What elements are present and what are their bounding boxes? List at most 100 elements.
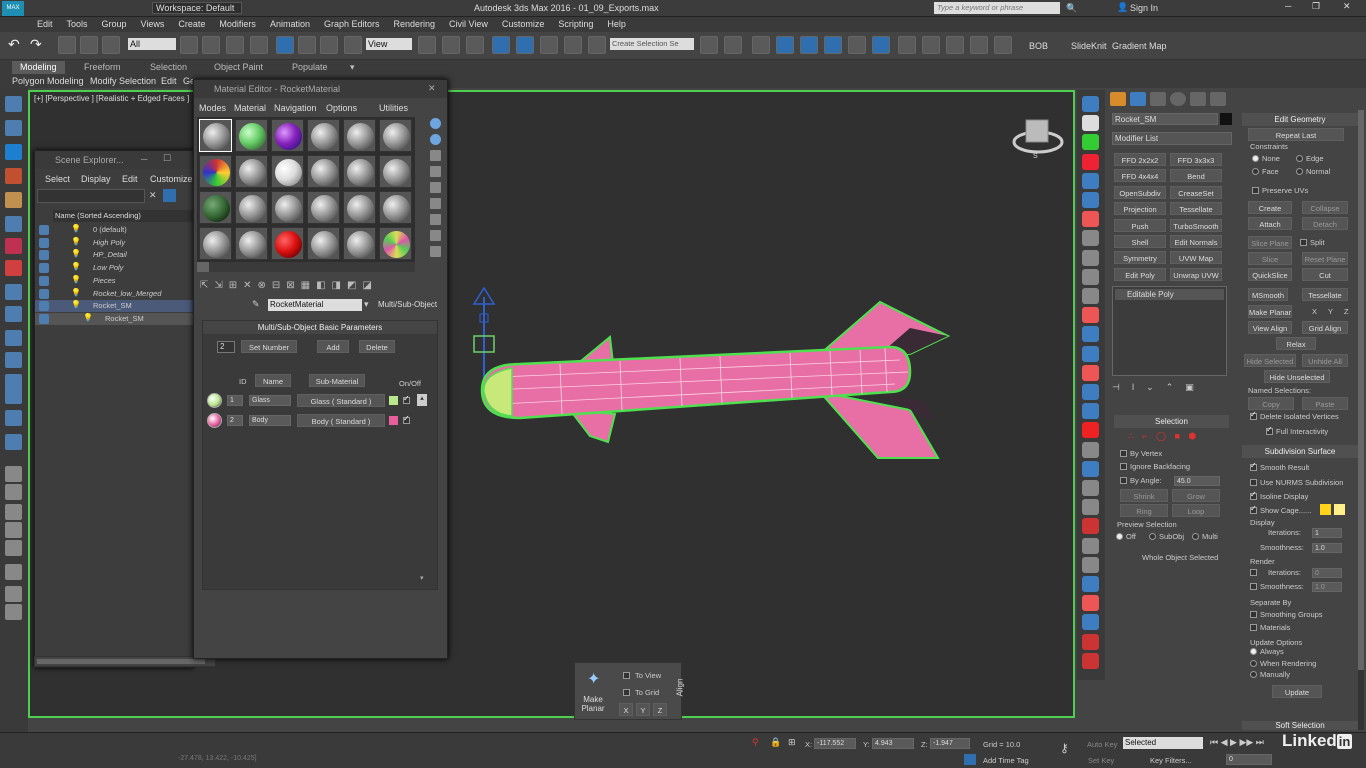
lock-icon[interactable]: ⚲ [752, 737, 759, 748]
sample-slot[interactable] [199, 191, 232, 224]
view-align-button[interactable]: View Align [1248, 321, 1292, 334]
custom-tool-icon[interactable] [1082, 115, 1099, 132]
app-logo[interactable]: MAX [2, 1, 24, 16]
ribbon-edit[interactable]: Edit [161, 75, 177, 87]
quickslice-button[interactable]: QuickSlice [1248, 268, 1292, 281]
sample-slot[interactable] [235, 155, 268, 188]
user-icon[interactable]: 👤 [1117, 2, 1128, 13]
submaterial-id[interactable]: 1 [227, 395, 243, 406]
workspace-dropdown[interactable]: Workspace: Default [152, 2, 242, 14]
render-smoothness-spinner[interactable]: 1.0 [1312, 582, 1342, 592]
modifier-button[interactable]: Unwrap UVW [1170, 267, 1222, 281]
custom-tool-icon[interactable] [1082, 384, 1099, 400]
x-coordinate-field[interactable]: -117.552 [814, 738, 856, 749]
set-key-button[interactable]: Set Key [1088, 756, 1114, 765]
scene-menu-customize[interactable]: Customize [150, 174, 193, 184]
slot-scrollbar[interactable] [197, 262, 415, 272]
slot-side-tool-icon[interactable] [430, 134, 441, 145]
unhide-all-button[interactable]: Unhide All [1302, 354, 1348, 367]
spinner-snap-icon[interactable] [564, 36, 582, 54]
material-type-button[interactable]: Multi/Sub-Object [378, 300, 437, 309]
custom-tool-icon[interactable] [1082, 153, 1099, 170]
scene-explorer-icon[interactable] [752, 36, 770, 54]
scene-row-icon[interactable] [39, 275, 49, 286]
sample-slot[interactable] [307, 155, 340, 188]
custom-tool-icon[interactable] [1082, 134, 1099, 151]
scene-row-icon[interactable] [39, 225, 49, 235]
modifier-button[interactable]: Bend [1170, 169, 1222, 183]
scene-row-icon[interactable] [39, 288, 49, 299]
scene-search-input[interactable] [37, 189, 145, 203]
modifier-button[interactable]: CreaseSet [1170, 185, 1222, 199]
scene-search-clear-icon[interactable]: ✕ [149, 190, 157, 201]
custom-tool-icon[interactable] [1082, 537, 1099, 554]
shrink-button[interactable]: Shrink [1120, 489, 1168, 502]
left-tool-icon[interactable] [5, 330, 22, 346]
left-tool-icon[interactable] [5, 144, 22, 160]
create-tab-icon[interactable] [1110, 92, 1126, 106]
ribbon-polygon-modeling[interactable]: Polygon Modeling [12, 75, 84, 87]
left-tool-icon[interactable] [5, 192, 22, 208]
custom-tool-icon[interactable] [1082, 307, 1099, 324]
preserve-uvs-checkbox[interactable] [1252, 187, 1259, 194]
ignore-backfacing-checkbox[interactable] [1120, 463, 1127, 470]
search-input[interactable]: Type a keyword or phrase [934, 2, 1060, 14]
menu-graph-editors[interactable]: Graph Editors [317, 17, 387, 32]
material-editor-scrollbar[interactable]: ▾ [420, 574, 430, 584]
planar-z-button[interactable]: Z [1344, 307, 1349, 316]
material-name-dropdown-icon[interactable]: ▾ [364, 299, 369, 310]
ribbon-options-icon[interactable]: ▾ [342, 61, 363, 74]
planar-x-button[interactable]: X [1312, 307, 1317, 316]
modifier-button[interactable]: Edit Poly [1114, 267, 1166, 281]
left-tool-icon[interactable] [5, 216, 22, 232]
edit-geometry-header[interactable]: Edit Geometry [1242, 113, 1358, 126]
modify-tab-icon[interactable] [1130, 92, 1146, 106]
panel-scrollbar[interactable] [1358, 110, 1364, 730]
layer-explorer-icon[interactable] [776, 36, 794, 54]
hide-selected-button[interactable]: Hide Selected [1244, 354, 1296, 367]
selection-rollout-header[interactable]: Selection [1114, 415, 1229, 428]
z-coordinate-field[interactable]: -1.947 [930, 738, 970, 749]
left-tool-icon[interactable] [5, 564, 22, 580]
by-vertex-checkbox[interactable] [1120, 450, 1127, 457]
sample-slot[interactable] [343, 227, 376, 260]
visibility-bulb-icon[interactable]: 💡 [71, 288, 81, 297]
material-menu-utilities[interactable]: Utilities [379, 103, 408, 113]
scene-explorer-window[interactable]: Scene Explorer... ─ ☐ Select Display Edi… [34, 150, 195, 668]
sample-slot[interactable] [379, 155, 412, 188]
scene-tree-item[interactable]: Rocket_low_Merged [35, 288, 195, 300]
custom-tool-icon[interactable] [1082, 518, 1099, 535]
tab-object-paint[interactable]: Object Paint [206, 61, 271, 74]
menu-rendering[interactable]: Rendering [387, 17, 443, 32]
render-setup-icon[interactable] [898, 36, 916, 54]
delete-submaterial-button[interactable]: Delete [359, 340, 395, 353]
window-crossing-icon[interactable] [250, 36, 268, 54]
scene-tree-item[interactable]: 0 (default) [35, 224, 195, 236]
submaterial-button[interactable]: Body ( Standard ) [297, 414, 385, 427]
grow-button[interactable]: Grow [1172, 489, 1220, 502]
subobject-icons[interactable]: ∴ ⌐ ◯ ■ ⬢ [1128, 431, 1218, 441]
smoothness-spinner[interactable]: 1.0 [1312, 543, 1342, 553]
pivot-center-icon[interactable] [418, 36, 436, 54]
render-production-icon[interactable] [946, 36, 964, 54]
submaterial-button[interactable]: Glass ( Standard ) [297, 394, 385, 407]
collapse-button[interactable]: Collapse [1302, 201, 1348, 214]
left-tool-icon[interactable] [5, 352, 22, 368]
smoothing-groups-checkbox[interactable] [1250, 611, 1257, 618]
custom-tool-icon[interactable] [1082, 576, 1099, 592]
material-editor-close[interactable]: ✕ [428, 83, 436, 94]
to-view-label[interactable]: To View [635, 671, 661, 680]
scene-tree-item[interactable]: Pieces [35, 275, 195, 287]
menu-tools[interactable]: Tools [60, 17, 95, 32]
display-tab-icon[interactable] [1190, 92, 1206, 106]
cut-button[interactable]: Cut [1302, 268, 1348, 281]
submaterial-color[interactable] [389, 396, 398, 405]
material-name-field[interactable]: RocketMaterial [268, 299, 362, 311]
visibility-bulb-icon[interactable]: 💡 [71, 237, 81, 246]
sample-slot[interactable] [307, 191, 340, 224]
scene-explorer-minimize[interactable]: ─ [141, 154, 147, 164]
modifier-button[interactable]: Push [1114, 218, 1166, 232]
menu-scripting[interactable]: Scripting [551, 17, 600, 32]
planar-y-button[interactable]: Y [1328, 307, 1333, 316]
modifier-stack[interactable]: Editable Poly [1112, 286, 1227, 376]
